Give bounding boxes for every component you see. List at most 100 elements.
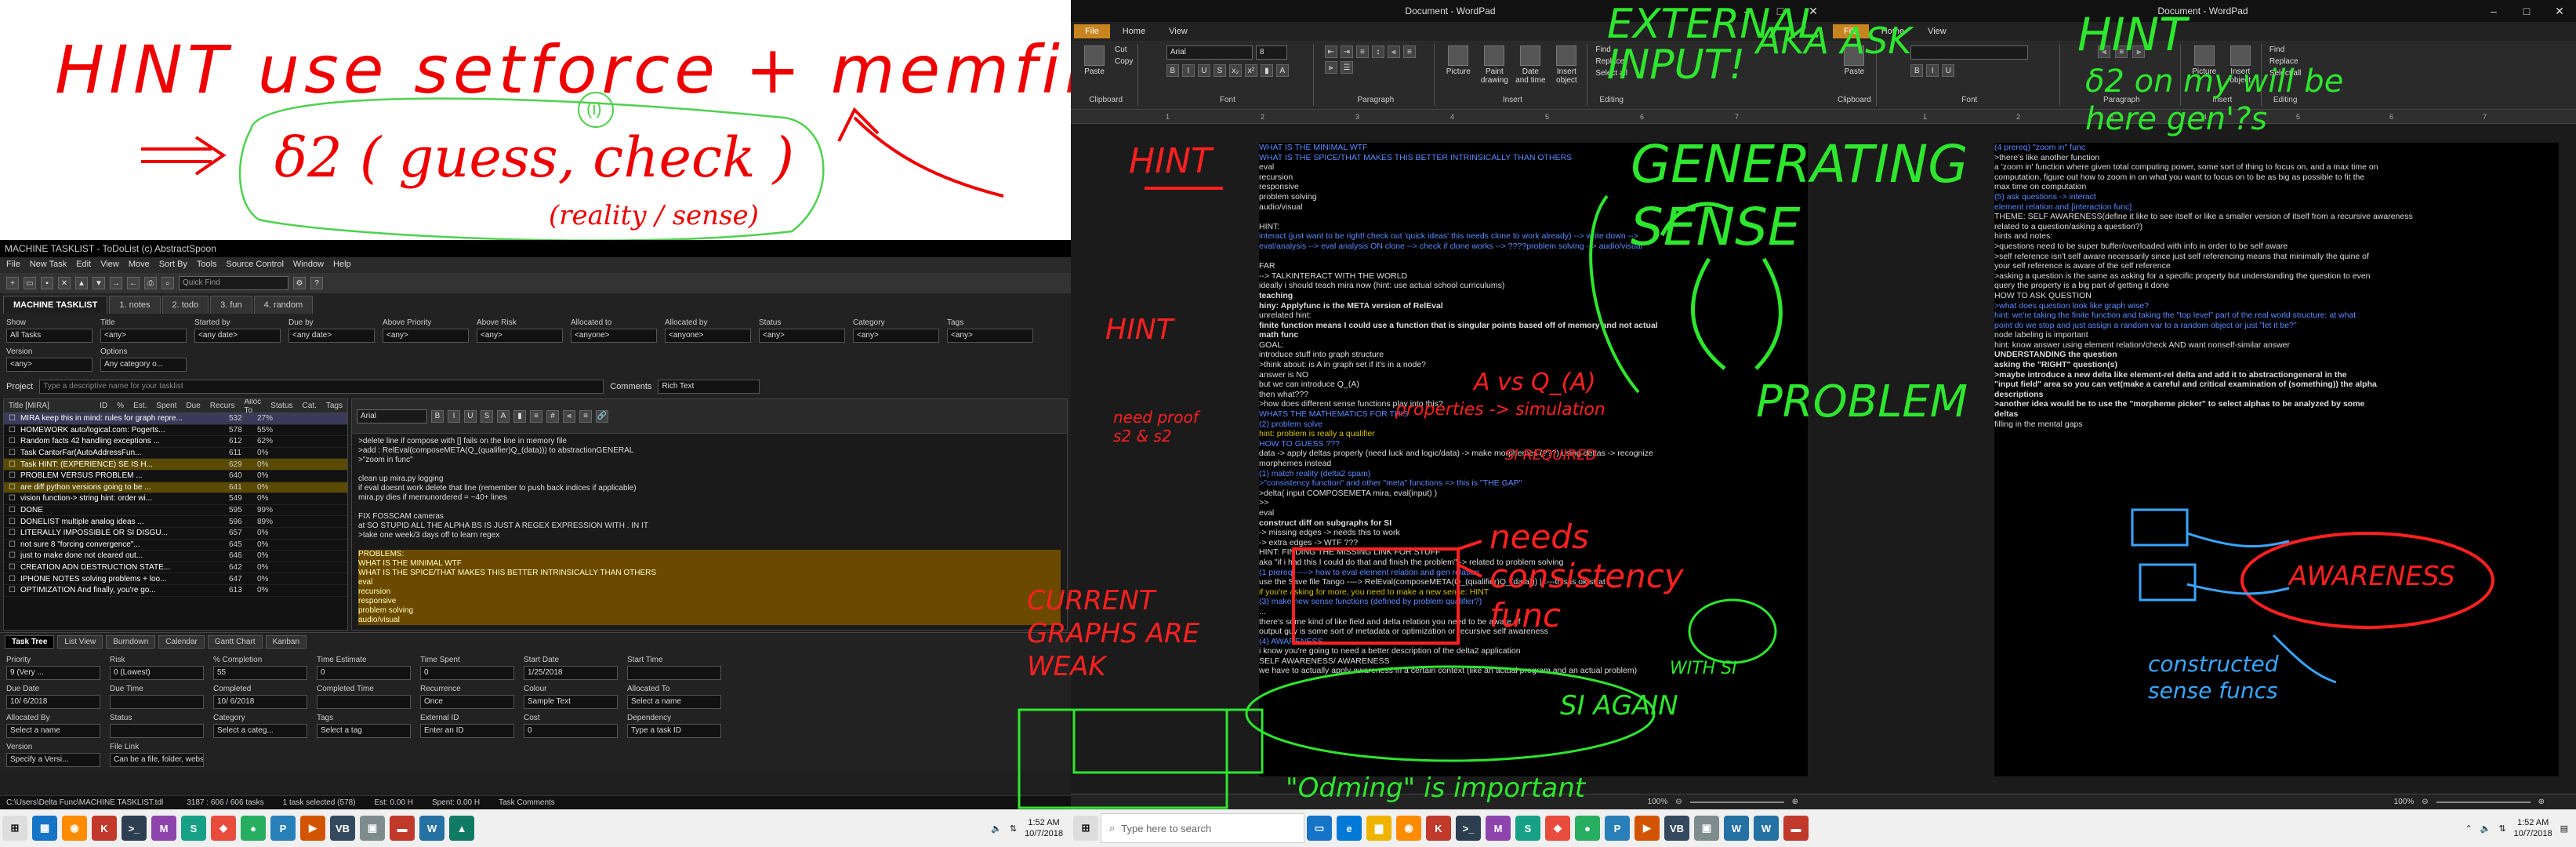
align-center-icon[interactable]: ≡ (1402, 45, 1416, 58)
checkbox-icon[interactable]: ☐ (9, 449, 16, 457)
move-down-icon[interactable]: ▼ (93, 277, 105, 289)
superscript-icon[interactable]: x² (1244, 64, 1257, 77)
column-header[interactable]: Title [MIRA] (9, 402, 90, 410)
app-icon[interactable]: ▬ (390, 816, 415, 841)
view-tab[interactable]: Gantt Chart (207, 635, 263, 649)
tab-tasklist[interactable]: 1. notes (109, 296, 161, 314)
checkbox-icon[interactable]: ☐ (9, 460, 16, 469)
table-row[interactable]: ☐ Task HINT: (EXPERIENCE) SE IS H... 629 0% (4, 459, 347, 471)
settings-icon[interactable]: ⚙ (293, 277, 306, 289)
app-icon[interactable]: ▣ (360, 816, 385, 841)
filter-select[interactable]: <any date> (288, 329, 375, 343)
filter-select[interactable]: Any category o... (100, 358, 187, 372)
indent-icon[interactable]: → (110, 277, 122, 289)
table-row[interactable]: ☐ OPTIMIZATION And finally, you're go... 6… (4, 585, 347, 597)
ribbon-tab[interactable]: File (1074, 24, 1110, 38)
checkbox-icon[interactable]: ☐ (9, 494, 16, 503)
comments-font-select[interactable]: Arial (357, 409, 427, 424)
edge-icon[interactable]: e (1337, 816, 1362, 841)
align-right-icon[interactable]: ⫸ (1324, 61, 1337, 74)
menu-item[interactable]: New Task (30, 260, 67, 271)
explorer-icon[interactable]: ▦ (32, 816, 57, 841)
app-icon[interactable]: ▶ (1634, 816, 1660, 841)
underline-icon[interactable]: U (464, 409, 477, 423)
attribute-input[interactable] (110, 724, 204, 738)
app-icon[interactable]: S (181, 816, 206, 841)
attribute-input[interactable]: Once (420, 695, 514, 709)
column-header[interactable]: Tags (326, 402, 343, 410)
attribute-input[interactable]: Select a categ... (213, 724, 307, 738)
attribute-input[interactable]: Select a tag (317, 724, 411, 738)
numbered-list-icon[interactable]: # (546, 409, 559, 423)
decrease-indent-icon[interactable]: ⇤ (1324, 45, 1337, 58)
attribute-input[interactable]: Specify a Versi... (6, 753, 100, 767)
new-task-icon[interactable]: + (6, 277, 19, 289)
attribute-input[interactable]: Enter an ID (420, 724, 514, 738)
taskbar-search[interactable]: ⌕ Type here to search (1101, 813, 1304, 843)
app-icon[interactable]: K (1426, 816, 1451, 841)
move-up-icon[interactable]: ▲ (75, 277, 88, 289)
network-icon[interactable]: ⇅ (1010, 823, 1017, 834)
zoom-slider[interactable] (1689, 801, 1784, 803)
save-icon[interactable]: ▪ (41, 277, 53, 289)
ribbon-tab[interactable]: View (1917, 24, 1957, 38)
clock-right[interactable]: 1:52 AM 10/7/2018 (2514, 817, 2552, 839)
align-left-icon[interactable]: ⫷ (1387, 45, 1400, 58)
line-spacing-icon[interactable]: ↕ (1371, 45, 1384, 58)
bold-icon[interactable]: B (1166, 64, 1179, 77)
checkbox-icon[interactable]: ☐ (9, 551, 16, 560)
view-tab[interactable]: Task Tree (5, 635, 55, 649)
filter-select[interactable]: <any> (759, 329, 845, 343)
filter-select[interactable]: <any> (477, 329, 563, 343)
underline-icon[interactable]: U (1942, 64, 1955, 77)
filter-select[interactable]: <any> (100, 329, 187, 343)
increase-indent-icon[interactable]: ⇥ (1340, 45, 1353, 58)
attribute-input[interactable]: Select a name (627, 695, 721, 709)
font-name-select[interactable] (1910, 45, 2029, 60)
strikethrough-icon[interactable]: S (1213, 64, 1226, 77)
table-row[interactable]: ☐ LITERALLY IMPOSSIBLE OR SI DISGU... 657 0… (4, 528, 347, 540)
folder-icon[interactable]: ▆ (1366, 816, 1391, 841)
subscript-icon[interactable]: x₂ (1228, 64, 1242, 77)
table-row[interactable]: ☐ vision function-> string hint: order wi… (4, 493, 347, 505)
windows-start-icon[interactable]: ⊞ (1073, 816, 1098, 841)
column-header[interactable]: Cat. (303, 402, 317, 410)
table-row[interactable]: ☐ DONELIST multiple analog ideas ... 596 89… (4, 516, 347, 528)
view-tab[interactable]: Kanban (265, 635, 307, 649)
menu-item[interactable]: Window (293, 260, 324, 271)
app-icon[interactable]: ◆ (1545, 816, 1570, 841)
tab-tasklist[interactable]: MACHINE TASKLIST (3, 296, 108, 314)
column-header[interactable]: ID (100, 402, 107, 410)
paint-drawing-button[interactable]: Paint drawing (1478, 45, 1510, 85)
app-icon[interactable]: VB (1664, 816, 1689, 841)
filter-select[interactable]: <anyone> (665, 329, 751, 343)
menu-item[interactable]: Help (333, 260, 351, 271)
checkbox-icon[interactable]: ☐ (9, 414, 16, 423)
column-header[interactable]: Est. (133, 402, 147, 410)
comments-text[interactable]: >delete line if compose with [] fails on… (352, 434, 1067, 630)
attribute-input[interactable]: 10/ 6/2018 (213, 695, 307, 709)
column-header[interactable]: % (117, 402, 124, 410)
menu-item[interactable]: Edit (76, 260, 91, 271)
attribute-input[interactable]: Type a task ID (627, 724, 721, 738)
checkbox-icon[interactable]: ☐ (9, 506, 16, 514)
align-center-icon[interactable]: ≡ (579, 409, 592, 423)
minimize-icon[interactable]: – (2477, 0, 2510, 22)
chevron-up-icon[interactable]: ⌃ (2465, 823, 2473, 834)
checkbox-icon[interactable]: ☐ (9, 563, 16, 572)
menu-item[interactable]: View (100, 260, 119, 271)
attribute-input[interactable]: Can be a file, folder, website, email ..… (110, 753, 204, 767)
windows-start-icon[interactable]: ⊞ (2, 816, 27, 841)
app-icon[interactable]: M (1486, 816, 1511, 841)
clock-left[interactable]: 1:52 AM 10/7/2018 (1025, 817, 1063, 839)
checkbox-icon[interactable]: ☐ (9, 437, 16, 445)
checkbox-icon[interactable]: ☐ (9, 426, 16, 434)
checkbox-icon[interactable]: ☐ (9, 540, 16, 549)
outdent-icon[interactable]: ← (127, 277, 140, 289)
attribute-input[interactable] (317, 695, 411, 709)
table-row[interactable]: ☐ PROBLEM VERSUS PROBLEM ... 640 0% (4, 471, 347, 482)
bold-icon[interactable]: B (1910, 64, 1924, 77)
table-row[interactable]: ☐ not sure 8 "forcing convergence"... 645 0… (4, 540, 347, 551)
italic-icon[interactable]: I (448, 409, 460, 423)
tab-tasklist[interactable]: 2. todo (161, 296, 209, 314)
